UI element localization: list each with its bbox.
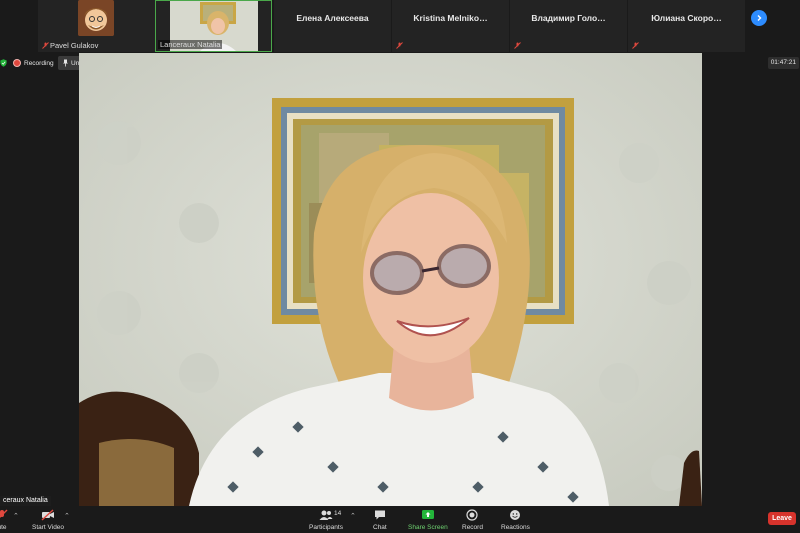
participants-options-caret[interactable]: ⌃ bbox=[350, 512, 356, 520]
muted-mic-icon bbox=[514, 42, 521, 49]
meeting-timer: 01:47:21 bbox=[767, 57, 799, 69]
main-video[interactable] bbox=[79, 53, 702, 506]
leave-button[interactable]: Leave bbox=[768, 512, 796, 525]
share-screen-label: Share Screen bbox=[408, 524, 448, 531]
video-off-icon bbox=[41, 509, 55, 521]
start-video-button[interactable]: Start Video bbox=[32, 509, 64, 531]
participant-name: Елена Алексеева bbox=[296, 13, 369, 23]
record-icon bbox=[466, 509, 479, 521]
muted-mic-icon bbox=[396, 42, 403, 49]
mute-label: ute bbox=[0, 524, 7, 531]
audio-options-caret[interactable]: ⌃ bbox=[13, 512, 19, 520]
speaker-video-frame bbox=[79, 53, 702, 506]
pin-icon bbox=[63, 59, 68, 67]
video-options-caret[interactable]: ⌃ bbox=[64, 512, 70, 520]
emoji-icon bbox=[510, 510, 521, 520]
participants-label: Participants bbox=[309, 524, 343, 531]
reactions-label: Reactions bbox=[501, 524, 530, 531]
participants-count: 14 bbox=[334, 510, 342, 517]
avatar bbox=[78, 0, 114, 36]
muted-mic-icon bbox=[632, 42, 639, 49]
participant-tile[interactable]: Юлиана Скоро… bbox=[628, 0, 745, 52]
recording-indicator[interactable]: Recording bbox=[13, 58, 54, 68]
muted-mic-icon bbox=[0, 509, 8, 518]
participant-tile[interactable]: Kristina Melniko… bbox=[392, 0, 509, 52]
participant-tile[interactable]: Lanceraux Natalia bbox=[155, 0, 272, 52]
participant-strip: Pavel Gulakov Lanceraux Natalia Елена Ал… bbox=[0, 0, 800, 53]
recording-dot-icon bbox=[13, 59, 21, 67]
participant-name: Kristina Melniko… bbox=[413, 13, 488, 23]
meeting-toolbar: ute ⌃ Start Video ⌃ Participants 14 ⌃ Ch… bbox=[0, 506, 800, 533]
participant-tile[interactable]: Владимир Голо… bbox=[510, 0, 627, 52]
mute-button[interactable]: ute bbox=[0, 509, 8, 531]
chat-button[interactable]: Chat bbox=[373, 509, 387, 531]
speaker-name-label: ceraux Natalia bbox=[0, 496, 51, 506]
record-label: Record bbox=[462, 524, 483, 531]
participant-name: Юлиана Скоро… bbox=[651, 13, 722, 23]
share-screen-icon bbox=[421, 510, 434, 519]
chat-label: Chat bbox=[373, 524, 387, 531]
shield-icon[interactable] bbox=[0, 59, 7, 67]
participant-tile[interactable]: Елена Алексеева bbox=[274, 0, 391, 52]
share-screen-button[interactable]: Share Screen bbox=[408, 509, 448, 531]
participants-icon bbox=[319, 510, 333, 520]
participant-name: Pavel Gulakov bbox=[50, 41, 99, 50]
participant-name: Владимир Голо… bbox=[531, 13, 606, 23]
reactions-button[interactable]: Reactions bbox=[501, 509, 530, 531]
participant-tile[interactable]: Pavel Gulakov bbox=[38, 0, 155, 52]
start-video-label: Start Video bbox=[32, 524, 65, 531]
chat-icon bbox=[374, 510, 385, 520]
chevron-right-icon bbox=[757, 15, 762, 21]
participant-name: Lanceraux Natalia bbox=[158, 40, 223, 49]
record-button[interactable]: Record bbox=[462, 509, 483, 531]
next-page-button[interactable] bbox=[751, 10, 767, 26]
recording-label: Recording bbox=[24, 59, 54, 67]
muted-mic-icon bbox=[42, 42, 49, 49]
